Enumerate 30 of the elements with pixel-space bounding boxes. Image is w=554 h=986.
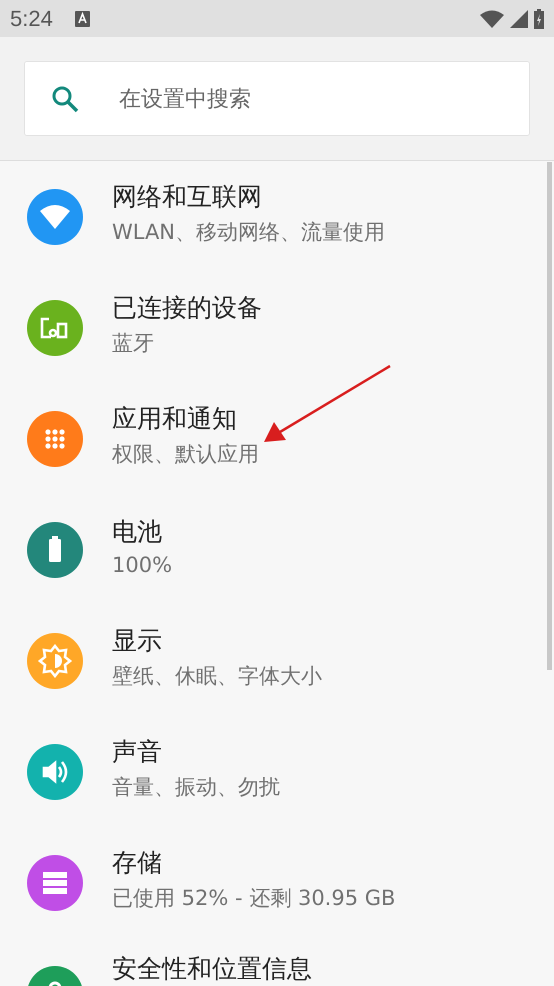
search-icon [51,84,79,112]
item-subtitle: 已使用 52% - 还剩 30.95 GB [112,884,396,912]
settings-item[interactable]: 显示 壁纸、休眠、字体大小 [0,605,554,716]
item-subtitle: WLAN、移动网络、流量使用 [112,218,386,246]
item-title: 显示 [112,626,163,656]
item-title: 已连接的设备 [112,292,262,322]
battery-icon [534,8,544,28]
settings-item[interactable]: 电池 100% [0,494,554,605]
settings-item[interactable]: 已连接的设备 蓝牙 [0,272,554,383]
settings-item[interactable]: 存储 已使用 52% - 还剩 30.95 GB [0,827,554,938]
item-subtitle: 壁纸、休眠、字体大小 [112,662,322,690]
status-time: 5:24 [10,6,53,32]
item-subtitle: 蓝牙 [112,330,155,356]
search-field[interactable]: 在设置中搜索 [24,61,530,136]
item-title: 网络和互联网 [112,182,263,212]
notification-icon [74,10,90,26]
settings-item[interactable]: 声音 音量、振动、勿扰 [0,716,554,827]
item-title: 电池 [112,516,163,546]
item-title: 声音 [112,736,163,766]
item-subtitle: 100% [112,552,172,576]
settings-item[interactable]: 安全性和位置信息 [0,938,554,986]
settings-item[interactable]: 应用和通知 权限、默认应用 [0,383,554,494]
item-title: 应用和通知 [112,404,238,434]
item-title: 存储 [112,848,163,878]
item-subtitle: 音量、振动、勿扰 [112,774,280,800]
wifi-icon [480,10,504,28]
item-title: 安全性和位置信息 [112,954,312,984]
settings-item[interactable]: 网络和互联网 WLAN、移动网络、流量使用 [0,161,554,272]
item-subtitle: 权限、默认应用 [112,440,259,468]
signal-icon [510,10,528,28]
